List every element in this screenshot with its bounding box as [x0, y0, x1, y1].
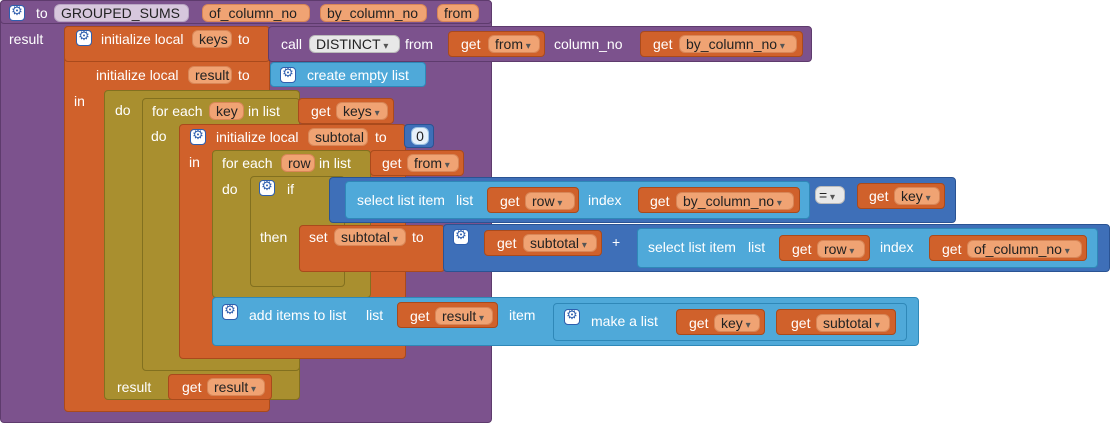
kw-item: item: [509, 307, 536, 323]
kw-set: set: [309, 229, 328, 245]
kw-to: to: [238, 31, 250, 47]
mutator-gear-icon[interactable]: [222, 303, 238, 320]
param-from[interactable]: from: [437, 4, 479, 22]
kw-do: do: [222, 181, 238, 197]
kw-index: index: [880, 239, 914, 255]
kw-do: do: [151, 128, 167, 144]
kw-get: get: [792, 241, 812, 257]
kw-add-items-to-list: add items to list: [249, 307, 347, 323]
mutator-gear-icon[interactable]: [190, 128, 206, 145]
var-dropdown-subtotal[interactable]: subtotal: [816, 314, 890, 332]
kw-initialize-local: initialize local: [101, 31, 184, 47]
kw-get: get: [182, 379, 202, 395]
var-key[interactable]: key: [209, 102, 244, 120]
kw-for-each: for each: [222, 155, 273, 171]
kw-to: to: [412, 229, 424, 245]
kw-to: to: [36, 5, 48, 21]
var-dropdown-of-column-no[interactable]: of_column_no: [967, 240, 1082, 258]
var-dropdown-result[interactable]: result: [435, 307, 493, 325]
kw-get: get: [791, 315, 811, 331]
kw-to: to: [375, 129, 387, 145]
kw-result: result: [117, 379, 152, 395]
param-by-column-no[interactable]: by_column_no: [320, 4, 427, 22]
kw-select-list-item: select list item: [357, 192, 445, 208]
var-dropdown-keys[interactable]: keys: [336, 102, 388, 120]
kw-in-list: in list: [319, 155, 351, 171]
arg-label-from: from: [405, 36, 433, 52]
var-dropdown-row[interactable]: row: [525, 192, 575, 210]
kw-result: result: [9, 31, 44, 47]
var-dropdown-subtotal[interactable]: subtotal: [523, 234, 597, 252]
var-dropdown-row[interactable]: row: [817, 240, 865, 258]
var-subtotal[interactable]: subtotal: [308, 128, 368, 146]
kw-get: get: [653, 36, 673, 52]
create-empty-list-label: create empty list: [307, 67, 409, 83]
mutator-gear-icon[interactable]: [564, 308, 580, 325]
var-dropdown-from[interactable]: from: [407, 154, 459, 172]
plus-operator: +: [612, 234, 621, 250]
kw-get: get: [942, 241, 962, 257]
kw-do: do: [115, 102, 131, 118]
kw-get: get: [410, 308, 430, 324]
var-dropdown-key[interactable]: key: [714, 314, 760, 332]
kw-get: get: [500, 193, 520, 209]
kw-in-list: in list: [248, 103, 280, 119]
kw-initialize-local: initialize local: [96, 67, 179, 83]
kw-in: in: [74, 93, 85, 109]
arg-label-column-no: column_no: [554, 36, 623, 52]
kw-list: list: [456, 192, 474, 208]
mutator-gear-icon[interactable]: [259, 179, 275, 196]
var-dropdown-result[interactable]: result: [207, 378, 265, 396]
kw-if: if: [287, 181, 294, 197]
kw-initialize-local: initialize local: [216, 129, 299, 145]
kw-call: call: [281, 36, 303, 52]
kw-then: then: [260, 229, 288, 245]
kw-make-a-list: make a list: [591, 313, 658, 329]
param-of-column-no[interactable]: of_column_no: [202, 4, 310, 22]
procedure-dropdown[interactable]: DISTINCT: [309, 35, 400, 53]
kw-get: get: [869, 188, 889, 204]
kw-get: get: [497, 235, 517, 251]
var-keys[interactable]: keys: [192, 30, 232, 48]
kw-get: get: [311, 103, 331, 119]
var-dropdown-from[interactable]: from: [488, 35, 540, 53]
mutator-gear-icon[interactable]: [453, 228, 469, 245]
kw-list: list: [366, 307, 384, 323]
mutator-gear-icon[interactable]: [9, 4, 25, 21]
kw-for-each: for each: [152, 103, 203, 119]
kw-get: get: [382, 155, 402, 171]
var-dropdown-key[interactable]: key: [894, 187, 940, 205]
kw-in: in: [189, 154, 200, 170]
kw-get: get: [461, 36, 481, 52]
compare-operator-dropdown[interactable]: =: [815, 186, 845, 204]
number-value[interactable]: 0: [411, 127, 429, 145]
kw-index: index: [588, 192, 622, 208]
kw-get: get: [689, 315, 709, 331]
var-dropdown-subtotal[interactable]: subtotal: [334, 228, 406, 246]
var-dropdown-by-column-no[interactable]: by_column_no: [679, 35, 797, 53]
var-result[interactable]: result: [188, 66, 232, 84]
kw-list: list: [748, 239, 766, 255]
mutator-gear-icon[interactable]: [76, 29, 92, 46]
procedure-name[interactable]: GROUPED_SUMS: [54, 4, 189, 22]
var-row[interactable]: row: [281, 154, 315, 172]
kw-select-list-item: select list item: [648, 239, 736, 255]
mutator-gear-icon[interactable]: [280, 66, 296, 83]
kw-to: to: [238, 67, 250, 83]
var-dropdown-by-column-no[interactable]: by_column_no: [676, 192, 794, 210]
kw-get: get: [650, 193, 670, 209]
